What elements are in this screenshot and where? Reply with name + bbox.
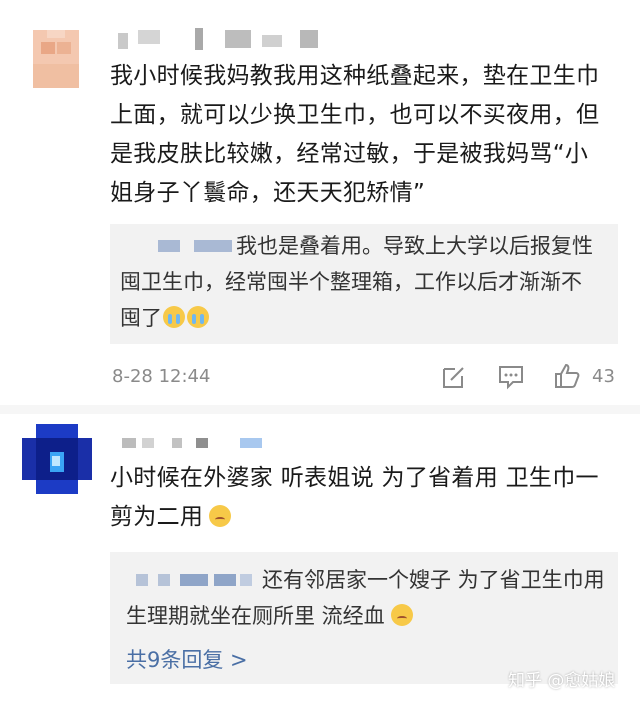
comment-card: 小时候在外婆家 听表姐说 为了省着用 卫生巾一剪为二用 还有邻居家一个嫂子 为了… [0,414,640,701]
thumbs-up-icon[interactable] [553,362,581,390]
reply-box[interactable]: 我也是叠着用。导致上大学以后报复性囤卫生巾，经常囤半个整理箱，工作以后才渐渐不囤… [110,224,618,344]
edit-icon[interactable] [441,364,467,390]
crying-emoji-icon [187,306,209,328]
comment-timestamp: 8-28 12:44 [112,366,211,387]
comment-icon[interactable] [497,364,525,390]
reply-text: 我也是叠着用。导致上大学以后报复性囤卫生巾，经常囤半个整理箱，工作以后才渐渐不囤… [120,234,593,330]
comment-card: 我小时候我妈教我用这种纸叠起来，垫在卫生巾上面，就可以少换卫生巾，也可以不买夜用… [0,0,640,405]
reply-box[interactable]: 还有邻居家一个嫂子 为了省卫生巾用 生理期就坐在厕所里 流经血 共9条回复 > [110,552,618,684]
avatar[interactable] [33,30,79,88]
watermark: 知乎 @愈姑娘 [508,671,616,691]
reply-text: 还有邻居家一个嫂子 为了省卫生巾用 生理期就坐在厕所里 流经血 [126,568,605,628]
more-replies-link[interactable]: 共9条回复 > [126,644,248,674]
sad-emoji-icon [209,505,232,527]
sad-emoji-icon [390,604,413,626]
avatar[interactable] [22,424,92,494]
comment-text: 小时候在外婆家 听表姐说 为了省着用 卫生巾一剪为二用 [110,465,599,530]
crying-emoji-icon [163,306,185,328]
like-count: 43 [592,366,615,387]
comment-text: 我小时候我妈教我用这种纸叠起来，垫在卫生巾上面，就可以少换卫生巾，也可以不买夜用… [110,63,600,206]
